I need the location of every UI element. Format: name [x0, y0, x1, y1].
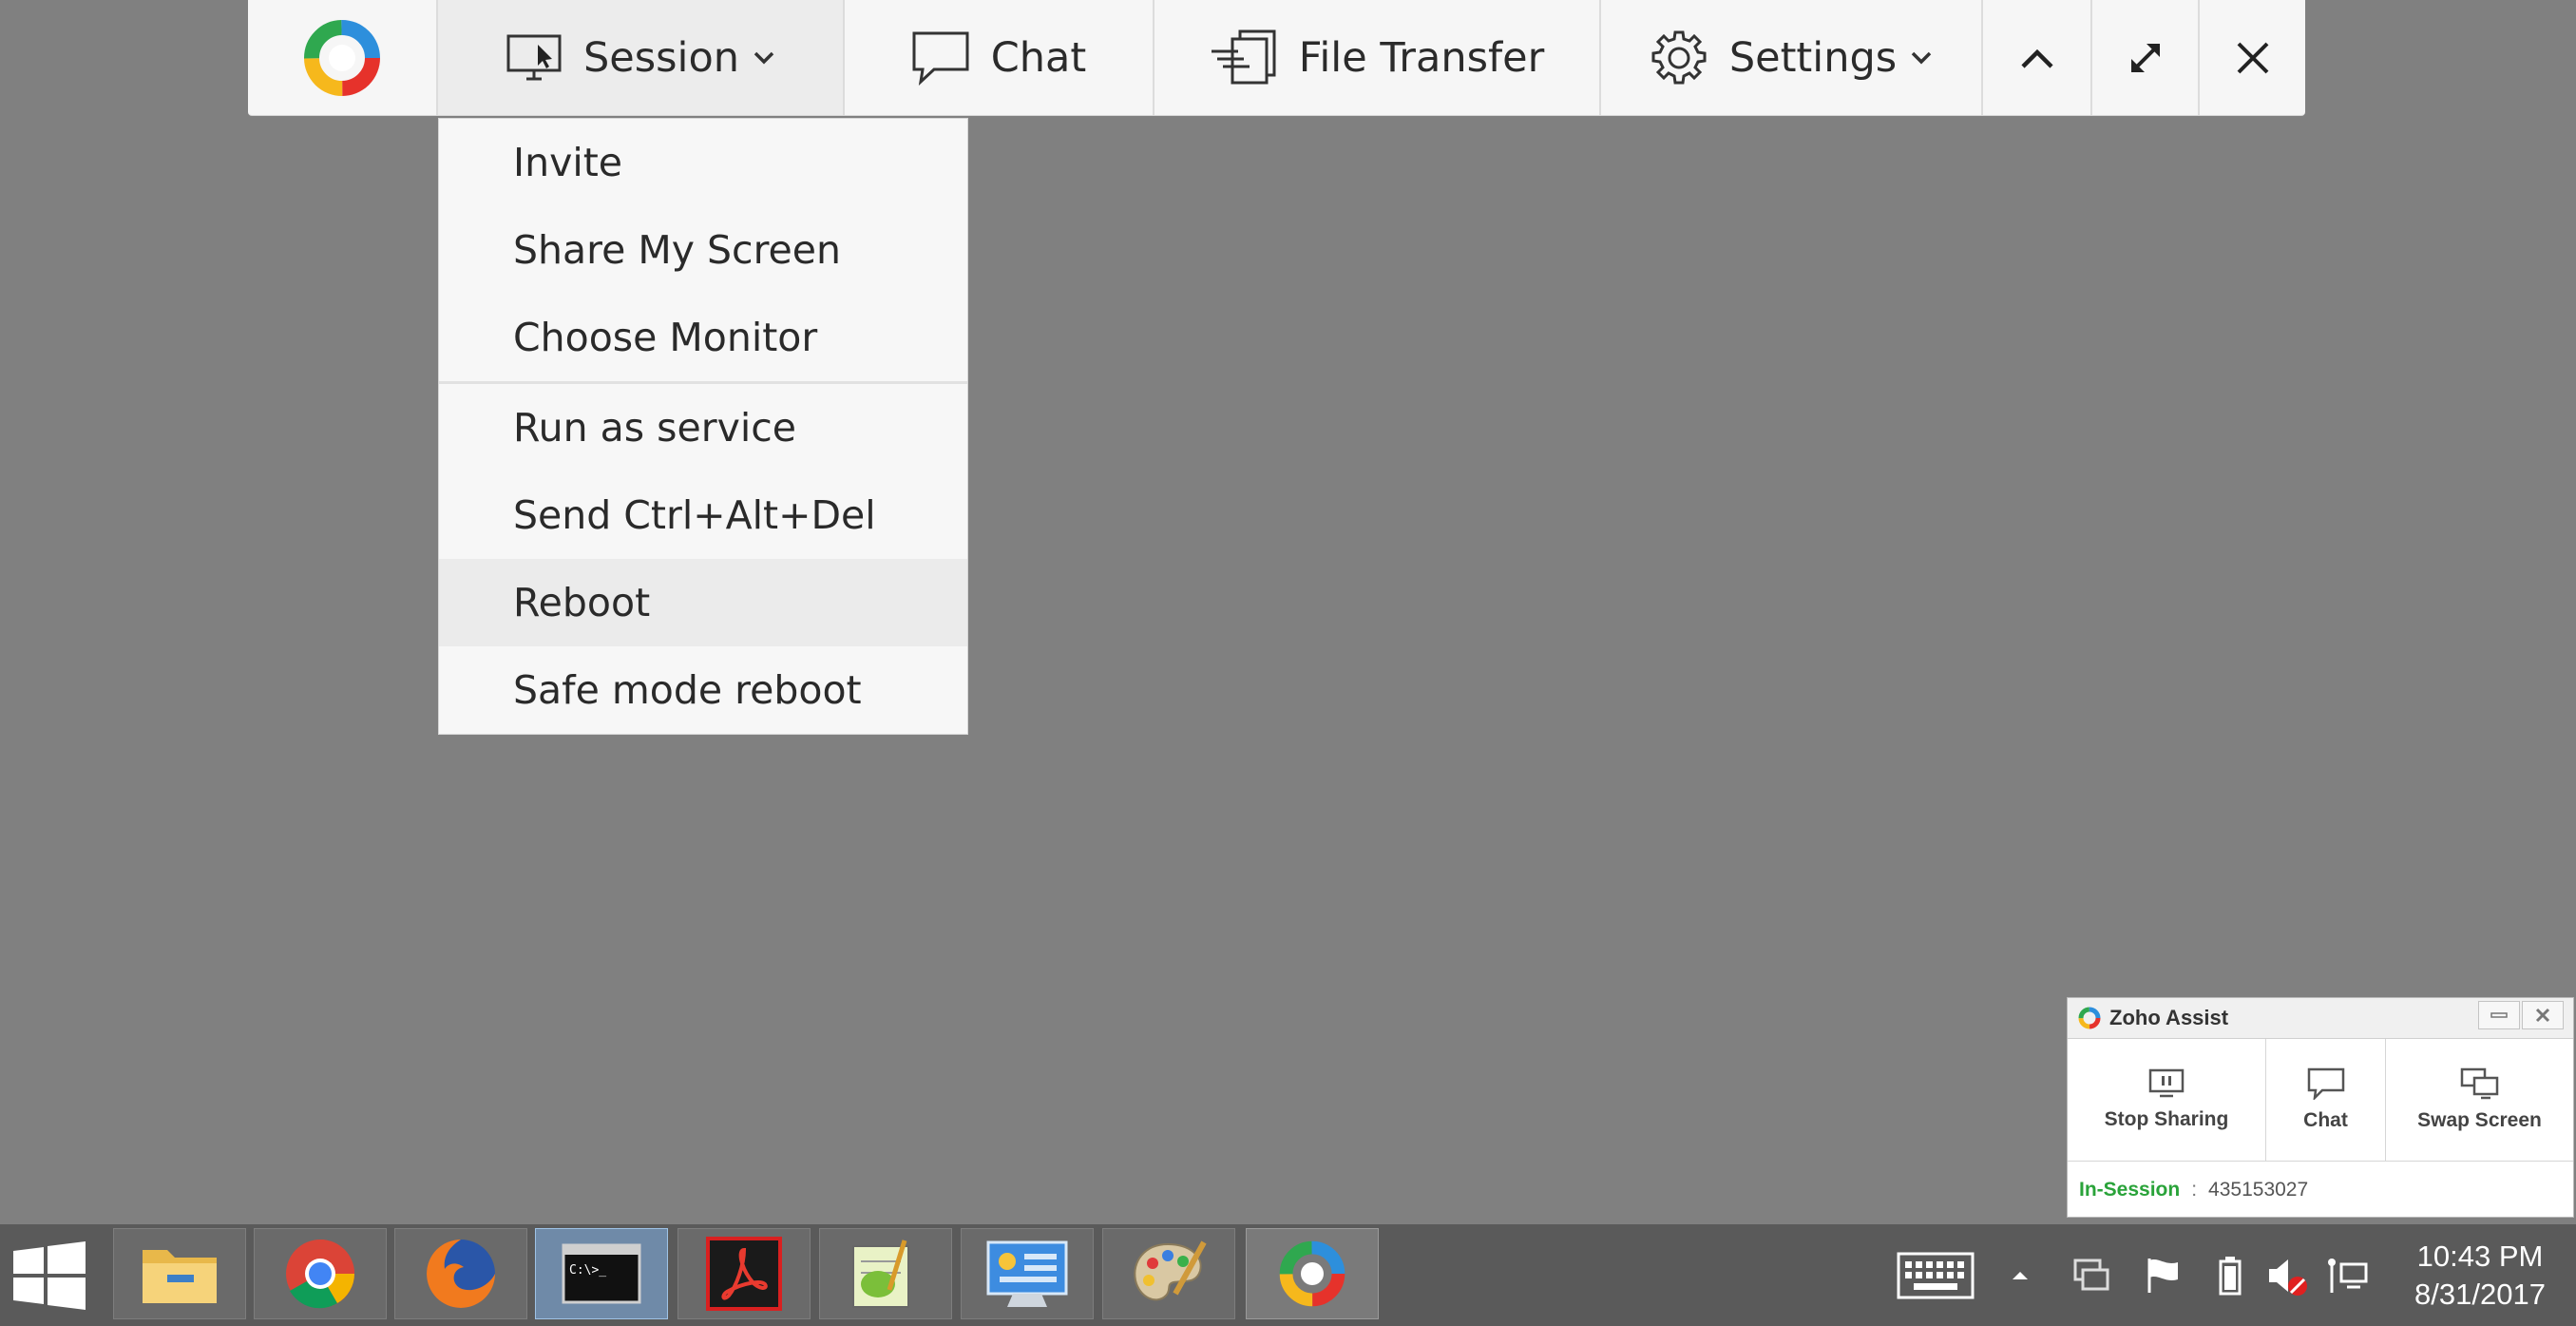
- svg-text:C:\>_: C:\>_: [569, 1263, 606, 1278]
- tray-battery[interactable]: [2218, 1224, 2242, 1326]
- taskbar-control-panel[interactable]: [961, 1228, 1094, 1319]
- tray-volume[interactable]: [2265, 1224, 2309, 1326]
- settings-label: Settings: [1728, 33, 1898, 82]
- screen-cursor-icon: [506, 34, 562, 80]
- taskbar-notepad-plus-plus[interactable]: [819, 1228, 952, 1319]
- control-panel-icon: [986, 1240, 1068, 1307]
- stop-sharing-button[interactable]: Stop Sharing: [2068, 1039, 2266, 1161]
- status-separator: :: [2191, 1179, 2198, 1201]
- zoho-assist-panel: Zoho Assist Stop Sharing Chat Swap Scree…: [2067, 997, 2574, 1218]
- notepad-plus-plus-icon: [852, 1240, 909, 1308]
- zoho-panel-actions: Stop Sharing Chat Swap Screen: [2068, 1039, 2573, 1162]
- chat-bubble-icon: [912, 31, 969, 86]
- wired-network-icon: [2328, 1258, 2368, 1293]
- zoho-logo-button[interactable]: [248, 0, 438, 115]
- panel-chat-button[interactable]: Chat: [2266, 1039, 2386, 1161]
- chat-button[interactable]: Chat: [845, 0, 1154, 115]
- swap-screen-icon: [2460, 1067, 2498, 1100]
- menu-item-choose-monitor[interactable]: Choose Monitor: [439, 294, 967, 381]
- chevron-up-icon: [2020, 48, 2053, 68]
- minimize-icon: [2490, 1012, 2508, 1018]
- clock-date: 8/31/2017: [2414, 1278, 2546, 1311]
- taskbar-paint[interactable]: [1102, 1228, 1235, 1319]
- menu-item-run-as-service[interactable]: Run as service: [439, 384, 967, 471]
- swap-screen-label: Swap Screen: [2417, 1109, 2542, 1131]
- chat-bubble-icon: [2307, 1067, 2344, 1100]
- keyboard-icon: [1897, 1252, 1975, 1298]
- windows-logo-icon: [13, 1241, 86, 1310]
- battery-icon: [2219, 1256, 2242, 1295]
- expand-arrows-icon: [2130, 43, 2160, 72]
- tray-action-center[interactable]: [2144, 1224, 2182, 1326]
- close-session-button[interactable]: [2200, 0, 2305, 115]
- zoho-assist-logo-icon: [1279, 1240, 1345, 1307]
- taskbar-acrobat-reader[interactable]: [677, 1228, 811, 1319]
- start-button[interactable]: [11, 1241, 87, 1314]
- flag-icon: [2147, 1258, 2178, 1293]
- chevron-down-icon: [754, 51, 774, 64]
- minimize-button[interactable]: [2478, 1001, 2520, 1029]
- speaker-muted-icon: [2269, 1259, 2307, 1296]
- fullscreen-button[interactable]: [2092, 0, 2200, 115]
- taskbar-command-prompt[interactable]: C:\>_: [535, 1228, 668, 1319]
- show-hidden-icons-button[interactable]: [2009, 1224, 2032, 1326]
- close-icon: [2237, 42, 2268, 73]
- session-status-bar: In-Session : 435153027: [2068, 1162, 2573, 1219]
- chat-label: Chat: [990, 33, 1087, 82]
- file-transfer-button[interactable]: File Transfer: [1154, 0, 1601, 115]
- menu-item-share-my-screen[interactable]: Share My Screen: [439, 206, 967, 294]
- file-transfer-icon: [1211, 29, 1276, 84]
- zoho-assist-logo-icon: [2078, 1007, 2101, 1029]
- session-id: 435153027: [2208, 1179, 2309, 1201]
- tray-network[interactable]: [2328, 1224, 2370, 1326]
- windows-taskbar: C:\>_ 10:43 PM 8/31/2017: [0, 1224, 2576, 1326]
- panel-chat-label: Chat: [2303, 1109, 2348, 1131]
- gear-icon: [1651, 30, 1707, 84]
- chrome-icon: [286, 1240, 354, 1309]
- folder-icon: [143, 1250, 217, 1303]
- pause-screen-icon: [2148, 1068, 2185, 1098]
- close-icon: [2535, 1008, 2550, 1023]
- zoho-panel-titlebar[interactable]: Zoho Assist: [2068, 998, 2573, 1039]
- acrobat-reader-icon: [706, 1237, 782, 1311]
- clock-time: 10:43 PM: [2416, 1240, 2544, 1273]
- collapse-toolbar-button[interactable]: [1983, 0, 2092, 115]
- close-panel-button[interactable]: [2522, 1001, 2564, 1029]
- command-prompt-icon: C:\>_: [562, 1243, 641, 1304]
- menu-item-send-ctrl-alt-del[interactable]: Send Ctrl+Alt+Del: [439, 471, 967, 559]
- tray-network-share[interactable]: [2070, 1224, 2111, 1326]
- chevron-down-icon: [1911, 51, 1932, 64]
- menu-item-safe-mode-reboot[interactable]: Safe mode reboot: [439, 646, 967, 734]
- taskbar-file-explorer[interactable]: [113, 1228, 246, 1319]
- settings-menu-button[interactable]: Settings: [1601, 0, 1983, 115]
- session-menu-button[interactable]: Session: [438, 0, 845, 115]
- taskbar-zoho-assist[interactable]: [1246, 1228, 1379, 1319]
- menu-item-reboot[interactable]: Reboot: [439, 559, 967, 646]
- paint-palette-icon: [1134, 1240, 1207, 1301]
- system-clock[interactable]: 10:43 PM 8/31/2017: [2395, 1238, 2566, 1314]
- firefox-icon: [427, 1240, 495, 1308]
- file-transfer-label: File Transfer: [1298, 33, 1545, 82]
- session-status: In-Session: [2079, 1179, 2181, 1201]
- session-label: Session: [582, 33, 740, 82]
- swap-screen-button[interactable]: Swap Screen: [2386, 1039, 2573, 1161]
- menu-item-invite[interactable]: Invite: [439, 119, 967, 206]
- zoho-panel-title: Zoho Assist: [2109, 1006, 2229, 1029]
- touch-keyboard-button[interactable]: [1897, 1224, 1975, 1326]
- session-dropdown-menu: Invite Share My Screen Choose Monitor Ru…: [438, 118, 968, 735]
- stop-sharing-label: Stop Sharing: [2104, 1108, 2229, 1130]
- zoho-assist-logo-icon: [304, 19, 380, 96]
- taskbar-firefox[interactable]: [394, 1228, 527, 1319]
- taskbar-chrome[interactable]: [254, 1228, 387, 1319]
- remote-session-toolbar: Session Chat File Transfer Settings: [248, 0, 2305, 116]
- network-share-icon: [2073, 1259, 2109, 1290]
- chevron-up-icon: [2013, 1271, 2028, 1279]
